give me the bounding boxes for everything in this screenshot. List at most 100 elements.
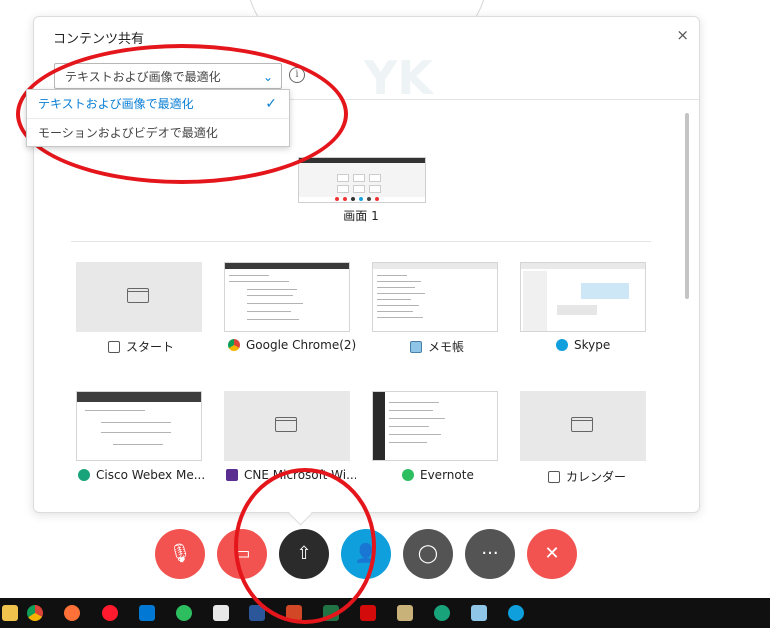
app-thumb-calendar[interactable] [520,391,646,461]
app-name: スタート [126,340,175,354]
tools-icon[interactable] [397,605,413,621]
participants-button[interactable]: 👤 [341,529,391,579]
app-label-notepad: メモ帳 [410,338,540,355]
screen-1-thumbnail[interactable] [298,157,426,203]
cne-icon [226,469,238,481]
thumb-sidebar [523,271,547,331]
thumb-line [377,317,423,318]
app-name: カレンダー [566,470,627,484]
thumb-line [247,303,303,304]
opera-icon[interactable] [102,605,118,621]
window-icon [275,417,297,432]
app-name: Skype [574,338,611,352]
optimize-dropdown-menu: テキストおよび画像で最適化 ✓ モーションおよびビデオで最適化 [26,89,290,147]
outlook-icon[interactable] [139,605,155,621]
app-label-start: スタート [108,338,238,355]
webex-icon [78,469,90,481]
dropdown-option-text-image[interactable]: テキストおよび画像で最適化 ✓ [27,90,289,118]
word-icon[interactable] [249,605,265,621]
thumb-line [85,410,145,411]
screen-1-label: 画面 1 [343,209,379,223]
thumb-tile [337,174,349,182]
window-icon [108,340,120,353]
notepad-icon[interactable] [471,605,487,621]
share-button[interactable]: ⇧ [279,529,329,579]
app-thumb-start[interactable] [76,262,202,332]
calculator-icon[interactable] [213,605,229,621]
chrome-icon[interactable] [27,605,43,621]
end-meeting-button[interactable]: ✕ [527,529,577,579]
window-icon [571,417,593,432]
scrollbar[interactable] [685,113,689,299]
check-icon: ✓ [265,96,277,112]
app-name: Cisco Webex Me... [96,468,206,482]
thumb-line [389,410,433,411]
notepad-icon [410,340,422,353]
firefox-icon[interactable] [64,605,80,621]
app-thumb-google-chrome[interactable] [224,262,350,332]
app-thumb-skype[interactable] [520,262,646,332]
thumb-line [377,287,415,288]
video-off-icon: ▭ [233,543,251,564]
thumb-line [389,434,441,435]
acrobat-icon[interactable] [360,605,376,621]
dropdown-option-motion-video[interactable]: モーションおよびビデオで最適化 [27,118,289,146]
thumb-dot [359,197,363,201]
folder-icon[interactable] [2,605,18,621]
thumb-line [389,402,439,403]
thumb-tile [369,174,381,182]
powerpoint-icon[interactable] [286,605,302,621]
thumb-dot [375,197,379,201]
close-icon: ✕ [544,543,560,564]
webex-icon[interactable] [434,605,450,621]
app-label-cisco-webex: Cisco Webex Me... [78,468,208,482]
app-name: CNE Microsoft Wi... [244,468,356,482]
content-share-panel: YK コンテンツ共有 × テキストおよび画像で最適化 ⌄ i テキストおよび画像… [26,16,700,513]
thumb-line [377,305,419,306]
excel-icon[interactable] [323,605,339,621]
more-button[interactable]: ··· [465,529,515,579]
thumb-line [377,311,413,312]
thumb-line [247,295,293,296]
thumb-dot [367,197,371,201]
close-button[interactable]: × [676,26,689,44]
thumb-line [389,418,445,419]
app-thumb-cisco-webex[interactable] [76,391,202,461]
app-thumb-evernote[interactable] [372,391,498,461]
thumb-line [113,444,163,445]
thumb-dot [351,197,355,201]
thumb-tile [353,185,365,193]
optimize-select-value: テキストおよび画像で最適化 [65,70,221,84]
optimize-select[interactable]: テキストおよび画像で最適化 ⌄ [54,63,282,89]
info-icon[interactable]: i [289,67,305,83]
app-thumb-notepad[interactable] [372,262,498,332]
evernote-icon [402,469,414,481]
thumb-bubble [557,305,597,315]
app-name: メモ帳 [428,340,465,354]
microphone-off-icon: 🎙 [168,543,192,564]
app-thumb-cne-microsoft[interactable] [224,391,350,461]
chat-button[interactable]: ◯ [403,529,453,579]
window-icon [548,470,560,483]
thumb-dot [343,197,347,201]
video-button[interactable]: ▭ [217,529,267,579]
chevron-down-icon: ⌄ [262,70,273,84]
thumb-line [247,311,291,312]
thumb-line [377,275,407,276]
thumb-tile [353,174,365,182]
skype-icon[interactable] [508,605,524,621]
thumb-sidebar [373,392,385,460]
thumb-line [101,422,171,423]
more-icon: ··· [481,543,499,564]
thumb-titlebar [77,392,201,402]
participants-icon: 👤 [354,543,378,564]
watermark: YK [364,51,433,105]
app-name: Google Chrome(2) [246,338,357,352]
mute-button[interactable]: 🎙 [155,529,205,579]
app-label-calendar: カレンダー [548,468,678,485]
option-label: テキストおよび画像で最適化 [38,97,194,111]
evernote-icon[interactable] [176,605,192,621]
app-label-cne-microsoft: CNE Microsoft Wi... [226,468,356,482]
thumb-line [247,319,299,320]
thumb-titlebar [373,263,497,269]
